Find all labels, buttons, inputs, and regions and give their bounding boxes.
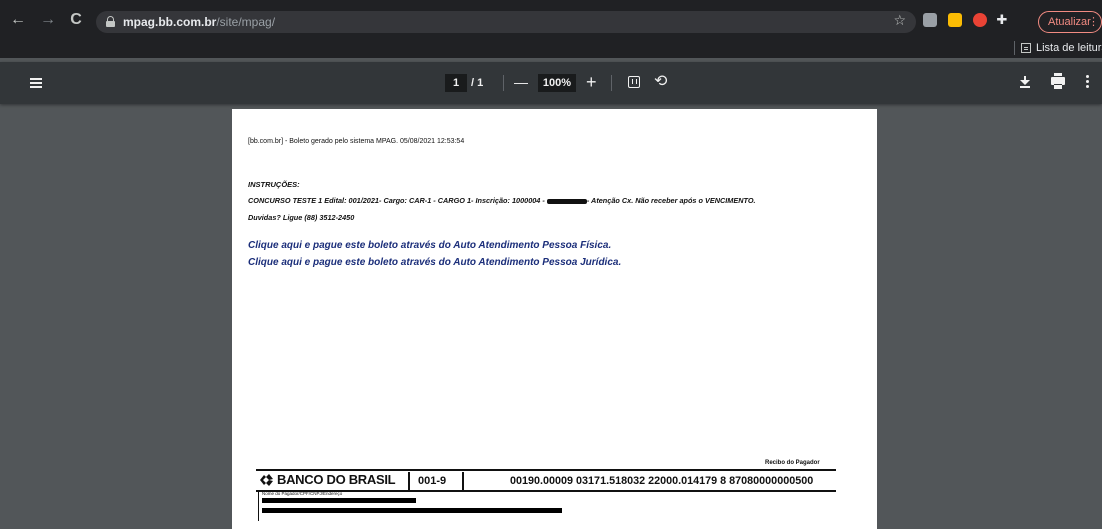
instructions-title: INSTRUÇÕES:: [248, 180, 300, 189]
pay-link-pessoa-fisica[interactable]: Clique aqui e pague este boleto através …: [248, 240, 611, 251]
rotate-icon[interactable]: ⟲: [654, 72, 667, 92]
divider: [1014, 41, 1015, 56]
pay-link-pessoa-juridica[interactable]: Clique aqui e pague este boleto através …: [248, 257, 621, 268]
payer-label: Nome do Pagador/CPF/CNPJ/Endereço: [262, 491, 343, 496]
print-icon[interactable]: [1051, 73, 1065, 89]
menu-dots-icon: ⋮: [1088, 16, 1099, 28]
extension-icon-1[interactable]: [923, 13, 937, 27]
extension-icon-2[interactable]: [948, 13, 962, 27]
lock-icon[interactable]: [106, 16, 115, 27]
bank-code: 001-9: [418, 475, 447, 487]
bank-logo: BANCO DO BRASIL: [258, 471, 396, 489]
fit-page-icon[interactable]: [628, 76, 640, 88]
update-button[interactable]: Atualizar ⋮: [1038, 11, 1102, 33]
page-number-input[interactable]: 1: [445, 74, 467, 92]
instructions-line: CONCURSO TESTE 1 Edital: 001/2021- Cargo…: [248, 196, 756, 205]
receipt-label: Recibo do Pagador: [765, 460, 820, 466]
instructions-text-2: - Atenção Cx. Não receber após o VENCIME…: [586, 196, 756, 205]
zoom-in-icon[interactable]: +: [586, 72, 597, 92]
divider: [408, 472, 410, 490]
divider: [503, 75, 504, 91]
redacted-payer-address: [262, 508, 562, 513]
banco-do-brasil-logo-icon: [260, 474, 273, 486]
document-header: [bb.com.br] - Boleto gerado pelo sistema…: [248, 138, 465, 145]
url-path: /site/mpag/: [216, 15, 276, 29]
reload-icon[interactable]: C: [66, 10, 86, 30]
download-arrow: [1020, 80, 1030, 85]
divider: [258, 491, 259, 521]
url-host: mpag.bb.com.br: [123, 15, 217, 29]
instructions-text: CONCURSO TESTE 1 Edital: 001/2021- Cargo…: [248, 196, 545, 205]
url-text[interactable]: mpag.bb.com.br/site/mpag/: [123, 11, 275, 33]
extension-icon-3[interactable]: [973, 13, 987, 27]
browser-toolbar: ← → C mpag.bb.com.br/site/mpag/ ☆ ✚ Atua…: [0, 0, 1102, 58]
reading-list-button[interactable]: Lista de leitura: [1014, 40, 1102, 56]
bank-name: BANCO DO BRASIL: [277, 472, 396, 487]
update-label: Atualizar: [1048, 16, 1091, 28]
address-bar[interactable]: mpag.bb.com.br/site/mpag/ ☆: [96, 11, 916, 33]
redacted-name: [546, 198, 587, 204]
divider: [256, 490, 836, 492]
redacted-payer-name: [262, 498, 416, 503]
reading-list-icon: [1021, 43, 1031, 54]
bookmark-star-icon[interactable]: ☆: [893, 12, 906, 29]
page-total: / 1: [471, 77, 484, 89]
zoom-out-icon[interactable]: —: [514, 72, 528, 92]
divider: [611, 75, 612, 91]
extensions-puzzle-icon[interactable]: ✚: [992, 10, 1012, 30]
reading-list-label: Lista de leitura: [1036, 42, 1102, 54]
digitable-line: 00190.00009 03171.518032 22000.014179 8 …: [510, 475, 814, 487]
back-icon[interactable]: ←: [8, 10, 28, 30]
forward-icon[interactable]: →: [38, 10, 58, 30]
contact-line: Duvidas? Ligue (88) 3512-2450: [248, 213, 355, 222]
divider: [462, 472, 464, 490]
menu-icon[interactable]: [30, 78, 42, 80]
more-options-icon[interactable]: [1086, 75, 1089, 78]
zoom-input[interactable]: 100%: [538, 74, 576, 92]
pdf-page: [bb.com.br] - Boleto gerado pelo sistema…: [232, 109, 877, 529]
pdf-toolbar: 1 / 1 — 100% + ⟲: [0, 62, 1102, 104]
